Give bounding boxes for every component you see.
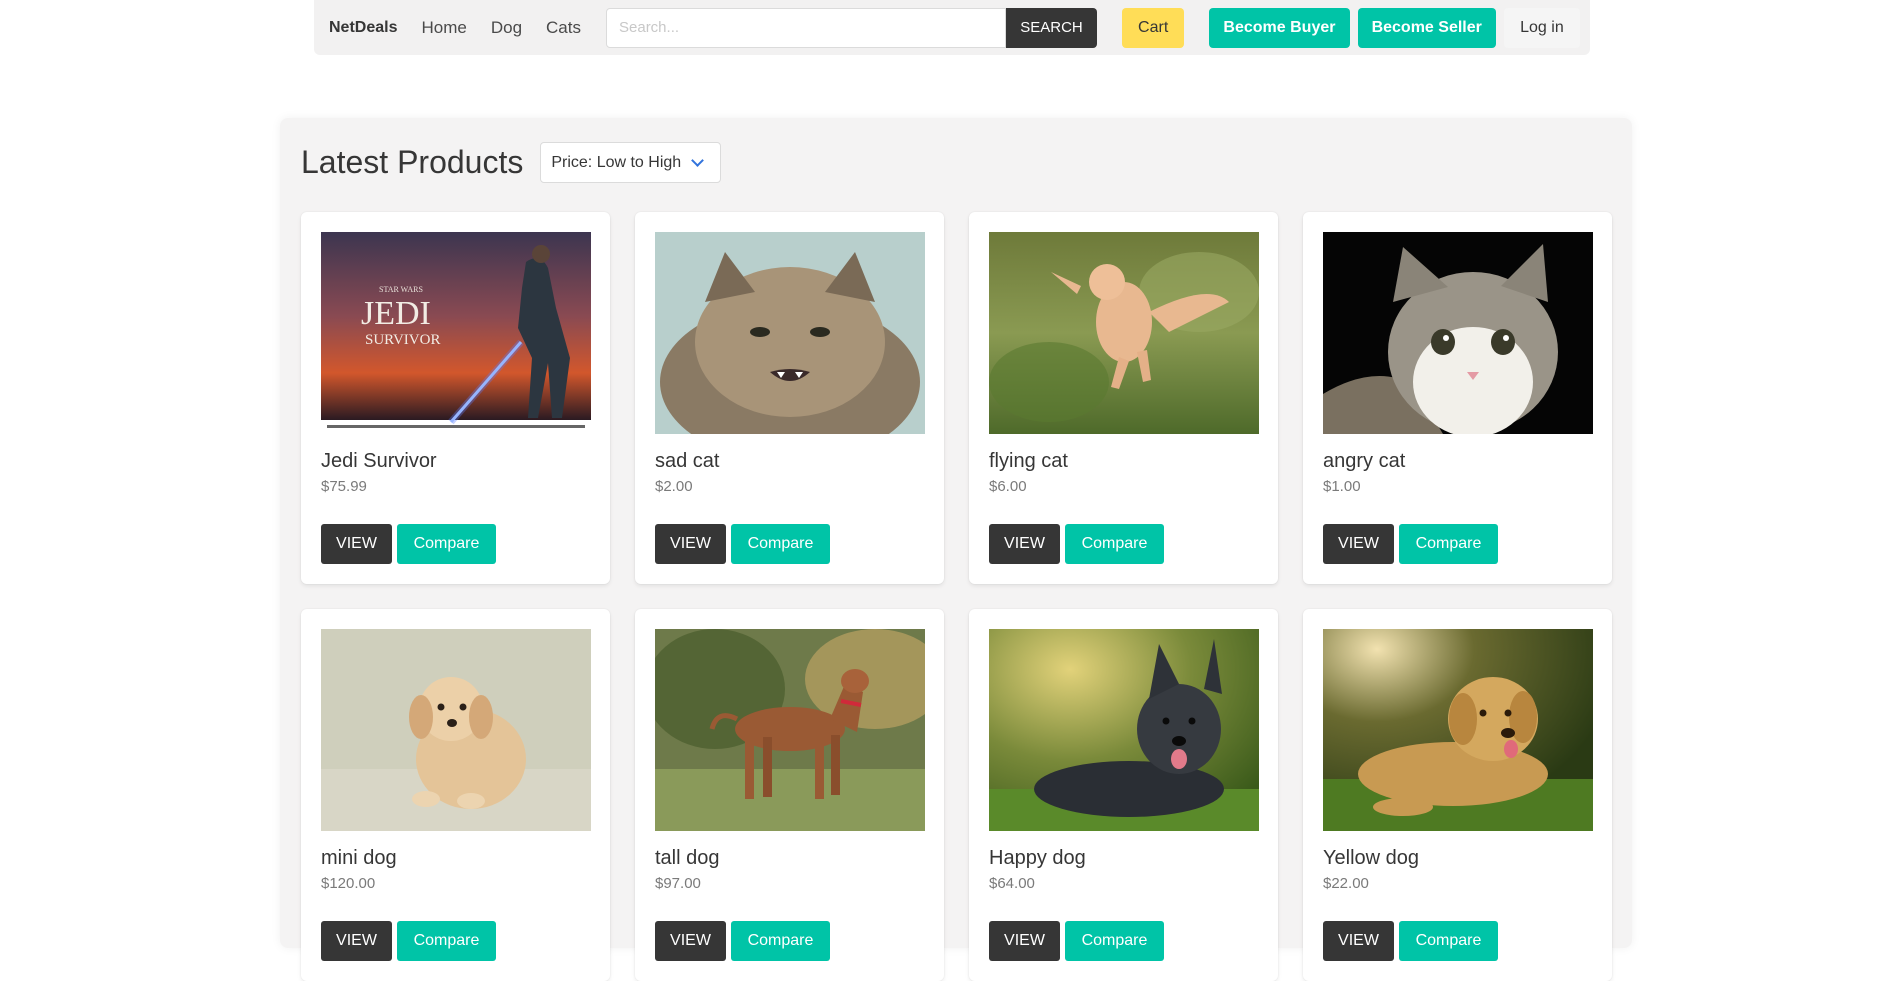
product-name: sad cat [655,450,720,472]
sort-dropdown-value: Price: Low to High [551,153,682,171]
product-image[interactable] [655,232,925,434]
product-card: flying cat $6.00 VIEW Compare [969,212,1278,584]
compare-button[interactable]: Compare [397,524,496,564]
nav-link-dog[interactable]: Dog [491,18,522,38]
view-button[interactable]: VIEW [989,524,1060,564]
product-image[interactable] [1323,232,1593,434]
product-actions: VIEW Compare [989,921,1164,961]
svg-text:JEDI: JEDI [361,295,431,332]
product-actions: VIEW Compare [1323,524,1498,564]
product-actions: VIEW Compare [1323,921,1498,961]
svg-text:SURVIVOR: SURVIVOR [365,332,440,348]
navbar: NetDeals Home Dog Cats SEARCH Cart Becom… [314,0,1590,55]
product-image[interactable] [321,629,591,831]
product-name: Happy dog [989,847,1086,869]
product-name: angry cat [1323,450,1406,472]
compare-button[interactable]: Compare [1065,524,1164,564]
compare-button[interactable]: Compare [1065,921,1164,961]
products-header: Latest Products Price: Low to High [301,142,722,183]
search-button[interactable]: SEARCH [1006,7,1097,48]
become-buyer-button[interactable]: Become Buyer [1209,7,1350,48]
login-button[interactable]: Log in [1503,7,1580,48]
compare-button[interactable]: Compare [1399,524,1498,564]
product-name: flying cat [989,450,1068,472]
product-price: $6.00 [989,478,1027,495]
compare-button[interactable]: Compare [397,921,496,961]
chevron-down-icon [691,153,705,167]
product-name: mini dog [321,847,397,869]
product-card: Happy dog $64.00 VIEW Compare [969,609,1278,981]
view-button[interactable]: VIEW [1323,524,1394,564]
brand-logo[interactable]: NetDeals [329,19,397,37]
compare-button[interactable]: Compare [731,921,830,961]
become-seller-button[interactable]: Become Seller [1357,7,1496,48]
product-card: Yellow dog $22.00 VIEW Compare [1303,609,1612,981]
game-logo-text: STAR WARS [379,285,423,294]
compare-button[interactable]: Compare [1399,921,1498,961]
sort-dropdown[interactable]: Price: Low to High [540,142,722,183]
view-button[interactable]: VIEW [655,524,726,564]
view-button[interactable]: VIEW [655,921,726,961]
product-actions: VIEW Compare [989,524,1164,564]
product-card: angry cat $1.00 VIEW Compare [1303,212,1612,584]
product-image[interactable] [989,232,1259,434]
product-card: STAR WARS JEDI SURVIVOR Jedi Survivor $7… [301,212,610,584]
product-name: Yellow dog [1323,847,1420,869]
compare-button[interactable]: Compare [731,524,830,564]
product-grid: STAR WARS JEDI SURVIVOR Jedi Survivor $7… [301,212,1612,981]
product-card: sad cat $2.00 VIEW Compare [635,212,944,584]
view-button[interactable]: VIEW [989,921,1060,961]
product-price: $64.00 [989,875,1035,892]
product-name: Jedi Survivor [321,450,437,472]
product-actions: VIEW Compare [655,524,830,564]
nav-link-cats[interactable]: Cats [546,18,581,38]
nav-link-home[interactable]: Home [421,18,466,38]
cart-button[interactable]: Cart [1122,7,1185,48]
view-button[interactable]: VIEW [321,524,392,564]
view-button[interactable]: VIEW [321,921,392,961]
page-title: Latest Products [301,144,524,180]
product-price: $2.00 [655,478,693,495]
product-image[interactable] [1323,629,1593,831]
product-actions: VIEW Compare [655,921,830,961]
search-bar: SEARCH [606,7,1097,48]
products-panel: Latest Products Price: Low to High STAR … [280,118,1632,981]
product-card: mini dog $120.00 VIEW Compare [301,609,610,981]
product-price: $97.00 [655,875,701,892]
product-actions: VIEW Compare [321,921,496,961]
product-card: tall dog $97.00 VIEW Compare [635,609,944,981]
product-actions: VIEW Compare [321,524,496,564]
product-image[interactable] [655,629,925,831]
product-price: $1.00 [1323,478,1361,495]
product-name: tall dog [655,847,720,869]
product-price: $75.99 [321,478,367,495]
product-image[interactable]: STAR WARS JEDI SURVIVOR [321,232,591,434]
product-image[interactable] [989,629,1259,831]
view-button[interactable]: VIEW [1323,921,1394,961]
product-price: $120.00 [321,875,376,892]
product-price: $22.00 [1323,875,1369,892]
search-input[interactable] [606,7,1006,48]
